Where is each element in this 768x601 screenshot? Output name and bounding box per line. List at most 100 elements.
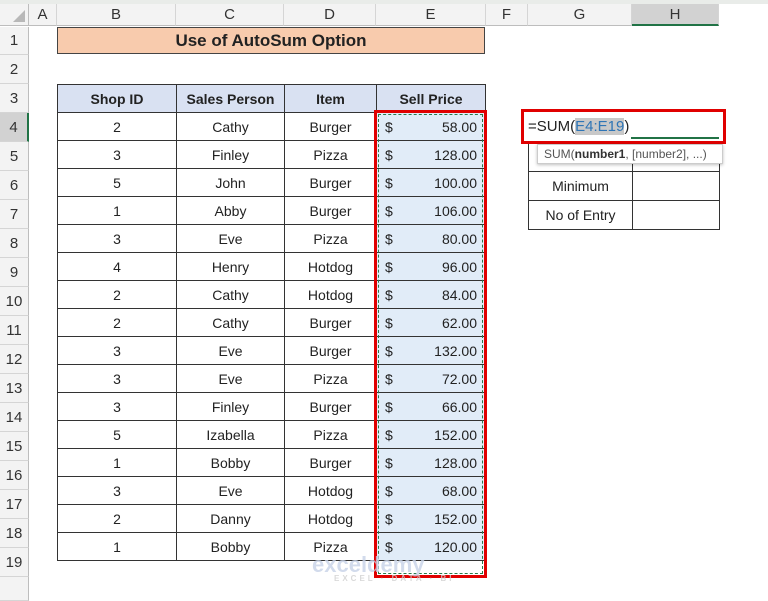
- cell-sales-person[interactable]: Bobby: [176, 532, 285, 561]
- select-all-button[interactable]: [0, 4, 29, 26]
- row-header-17[interactable]: 17: [0, 490, 29, 519]
- cell-shop-id[interactable]: 3: [57, 476, 177, 505]
- cell-item[interactable]: Pizza: [284, 420, 377, 449]
- cell-sell-price[interactable]: $132.00: [376, 336, 486, 365]
- cell-sales-person[interactable]: Eve: [176, 224, 285, 253]
- row-header-10[interactable]: 10: [0, 287, 29, 316]
- column-header-b[interactable]: B: [57, 4, 176, 26]
- cell-sell-price[interactable]: $84.00: [376, 280, 486, 309]
- cell-sales-person[interactable]: John: [176, 168, 285, 197]
- summary-label[interactable]: No of Entry: [528, 200, 633, 230]
- cell-sell-price[interactable]: $152.00: [376, 420, 486, 449]
- cell-sell-price[interactable]: $72.00: [376, 364, 486, 393]
- cell-item[interactable]: Burger: [284, 392, 377, 421]
- cell-item[interactable]: Burger: [284, 448, 377, 477]
- summary-label[interactable]: Minimum: [528, 171, 633, 201]
- cell-sell-price[interactable]: $96.00: [376, 252, 486, 281]
- header-shop-id[interactable]: Shop ID: [57, 84, 177, 113]
- cell-sell-price[interactable]: $68.00: [376, 476, 486, 505]
- cell-shop-id[interactable]: 3: [57, 224, 177, 253]
- row-header-14[interactable]: 14: [0, 403, 29, 432]
- cell-sell-price[interactable]: $100.00: [376, 168, 486, 197]
- cell-shop-id[interactable]: 3: [57, 364, 177, 393]
- cell-item[interactable]: Pizza: [284, 140, 377, 169]
- cell-sell-price[interactable]: $128.00: [376, 140, 486, 169]
- row-header-11[interactable]: 11: [0, 316, 29, 345]
- cell-sales-person[interactable]: Finley: [176, 140, 285, 169]
- row-header-2[interactable]: 2: [0, 55, 29, 84]
- cell-shop-id[interactable]: 1: [57, 532, 177, 561]
- column-header-g[interactable]: G: [528, 4, 632, 26]
- cell-sales-person[interactable]: Cathy: [176, 280, 285, 309]
- cell-shop-id[interactable]: 3: [57, 392, 177, 421]
- cell-item[interactable]: Pizza: [284, 224, 377, 253]
- cell-shop-id[interactable]: 3: [57, 336, 177, 365]
- row-header-15[interactable]: 15: [0, 432, 29, 461]
- row-header-16[interactable]: 16: [0, 461, 29, 490]
- cell-sales-person[interactable]: Abby: [176, 196, 285, 225]
- cell-sell-price[interactable]: $128.00: [376, 448, 486, 477]
- cell-shop-id[interactable]: 3: [57, 140, 177, 169]
- row-header-6[interactable]: 6: [0, 171, 29, 200]
- function-tooltip[interactable]: SUM(number1, [number2], ...): [537, 144, 723, 164]
- column-header-h[interactable]: H: [632, 4, 719, 26]
- cell-item[interactable]: Burger: [284, 196, 377, 225]
- cell-shop-id[interactable]: 2: [57, 280, 177, 309]
- column-header-d[interactable]: D: [284, 4, 376, 26]
- cell-sales-person[interactable]: Bobby: [176, 448, 285, 477]
- row-header-13[interactable]: 13: [0, 374, 29, 403]
- header-item[interactable]: Item: [284, 84, 377, 113]
- row-header-12[interactable]: 12: [0, 345, 29, 374]
- header-sales-person[interactable]: Sales Person: [176, 84, 285, 113]
- column-header-c[interactable]: C: [176, 4, 284, 26]
- cell-item[interactable]: Hotdog: [284, 476, 377, 505]
- cell-sell-price[interactable]: $152.00: [376, 504, 486, 533]
- cell-sell-price[interactable]: $62.00: [376, 308, 486, 337]
- row-header-4[interactable]: 4: [0, 113, 29, 142]
- row-header-3[interactable]: 3: [0, 84, 29, 113]
- cell-shop-id[interactable]: 4: [57, 252, 177, 281]
- cell-shop-id[interactable]: 1: [57, 196, 177, 225]
- cell-shop-id[interactable]: 5: [57, 168, 177, 197]
- cell-shop-id[interactable]: 1: [57, 448, 177, 477]
- summary-value[interactable]: [632, 200, 720, 230]
- column-header-f[interactable]: F: [486, 4, 528, 26]
- column-header-a[interactable]: A: [29, 4, 57, 26]
- column-header-e[interactable]: E: [376, 4, 486, 26]
- cell-item[interactable]: Burger: [284, 168, 377, 197]
- currency-symbol: $: [385, 370, 393, 387]
- row-header-7[interactable]: 7: [0, 200, 29, 229]
- cell-sales-person[interactable]: Cathy: [176, 112, 285, 141]
- cell-sales-person[interactable]: Cathy: [176, 308, 285, 337]
- cell-sell-price[interactable]: $80.00: [376, 224, 486, 253]
- row-header-8[interactable]: 8: [0, 229, 29, 258]
- cell-shop-id[interactable]: 2: [57, 308, 177, 337]
- cell-item[interactable]: Hotdog: [284, 280, 377, 309]
- row-header-5[interactable]: 5: [0, 142, 29, 171]
- cell-shop-id[interactable]: 2: [57, 112, 177, 141]
- cell-item[interactable]: Hotdog: [284, 252, 377, 281]
- cell-item[interactable]: Burger: [284, 308, 377, 337]
- cell-sales-person[interactable]: Izabella: [176, 420, 285, 449]
- row-header-1[interactable]: 1: [0, 27, 29, 55]
- cell-item[interactable]: Burger: [284, 112, 377, 141]
- row-header-19[interactable]: 19: [0, 548, 29, 577]
- cell-item[interactable]: Pizza: [284, 364, 377, 393]
- cell-sell-price[interactable]: $58.00: [376, 112, 486, 141]
- cell-sell-price[interactable]: $66.00: [376, 392, 486, 421]
- cell-sales-person[interactable]: Eve: [176, 364, 285, 393]
- cell-shop-id[interactable]: 2: [57, 504, 177, 533]
- cell-sales-person[interactable]: Eve: [176, 336, 285, 365]
- cell-item[interactable]: Burger: [284, 336, 377, 365]
- cell-sales-person[interactable]: Henry: [176, 252, 285, 281]
- cell-sales-person[interactable]: Finley: [176, 392, 285, 421]
- summary-value[interactable]: [632, 171, 720, 201]
- cell-item[interactable]: Hotdog: [284, 504, 377, 533]
- row-header-18[interactable]: 18: [0, 519, 29, 548]
- header-sell-price[interactable]: Sell Price: [376, 84, 486, 113]
- cell-shop-id[interactable]: 5: [57, 420, 177, 449]
- row-header-9[interactable]: 9: [0, 258, 29, 287]
- cell-sales-person[interactable]: Danny: [176, 504, 285, 533]
- cell-sell-price[interactable]: $106.00: [376, 196, 486, 225]
- cell-sales-person[interactable]: Eve: [176, 476, 285, 505]
